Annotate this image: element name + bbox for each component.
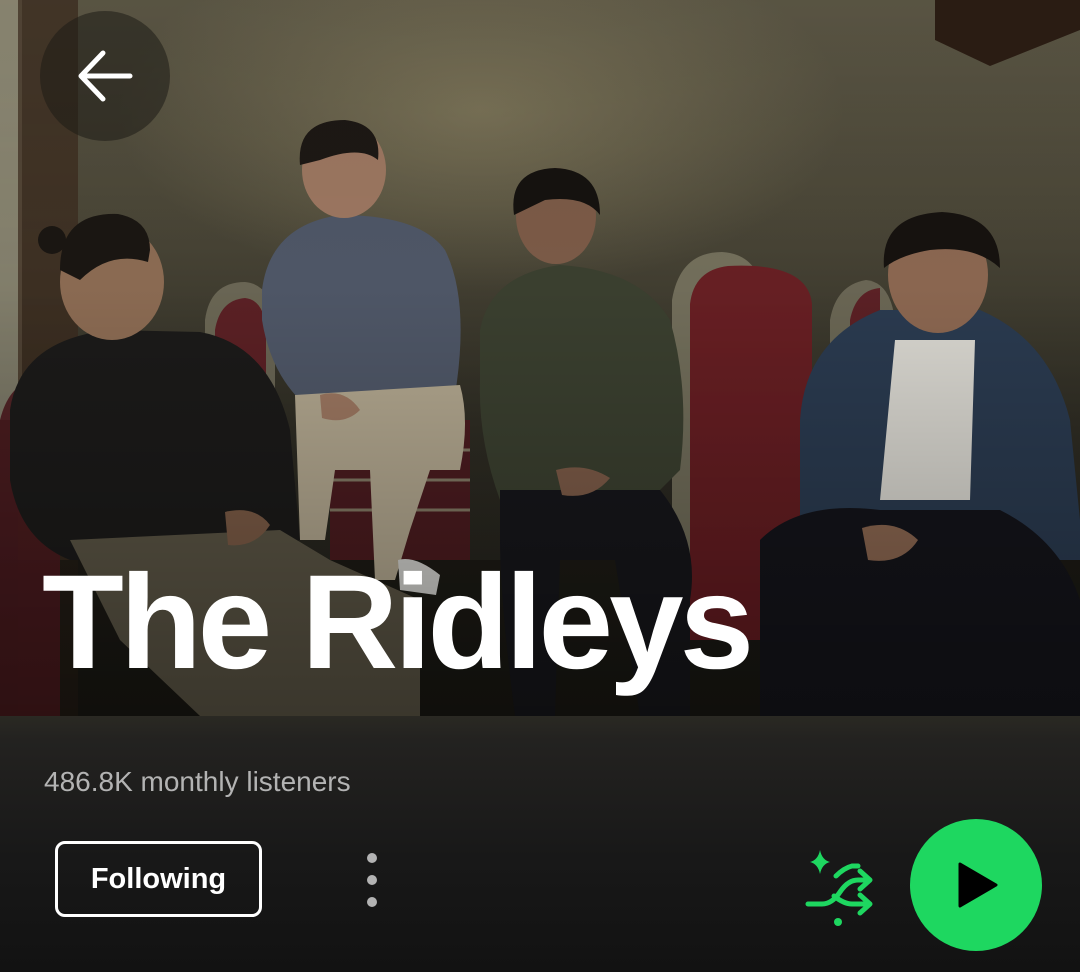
arrow-left-icon bbox=[78, 50, 133, 102]
back-button[interactable] bbox=[40, 11, 170, 141]
play-icon bbox=[958, 862, 998, 908]
more-vertical-icon bbox=[367, 853, 377, 907]
smart-shuffle-button[interactable] bbox=[800, 846, 880, 930]
artist-screen: The Ridleys 486.8K monthly listeners Fol… bbox=[0, 0, 1080, 972]
artist-name: The Ridleys bbox=[42, 548, 754, 697]
monthly-listeners: 486.8K monthly listeners bbox=[44, 766, 351, 797]
smart-shuffle-icon bbox=[805, 850, 873, 926]
following-button[interactable]: Following bbox=[55, 841, 262, 917]
artist-header-image: The Ridleys bbox=[0, 0, 1080, 716]
more-options-button[interactable] bbox=[346, 844, 398, 916]
play-button[interactable] bbox=[910, 819, 1042, 951]
